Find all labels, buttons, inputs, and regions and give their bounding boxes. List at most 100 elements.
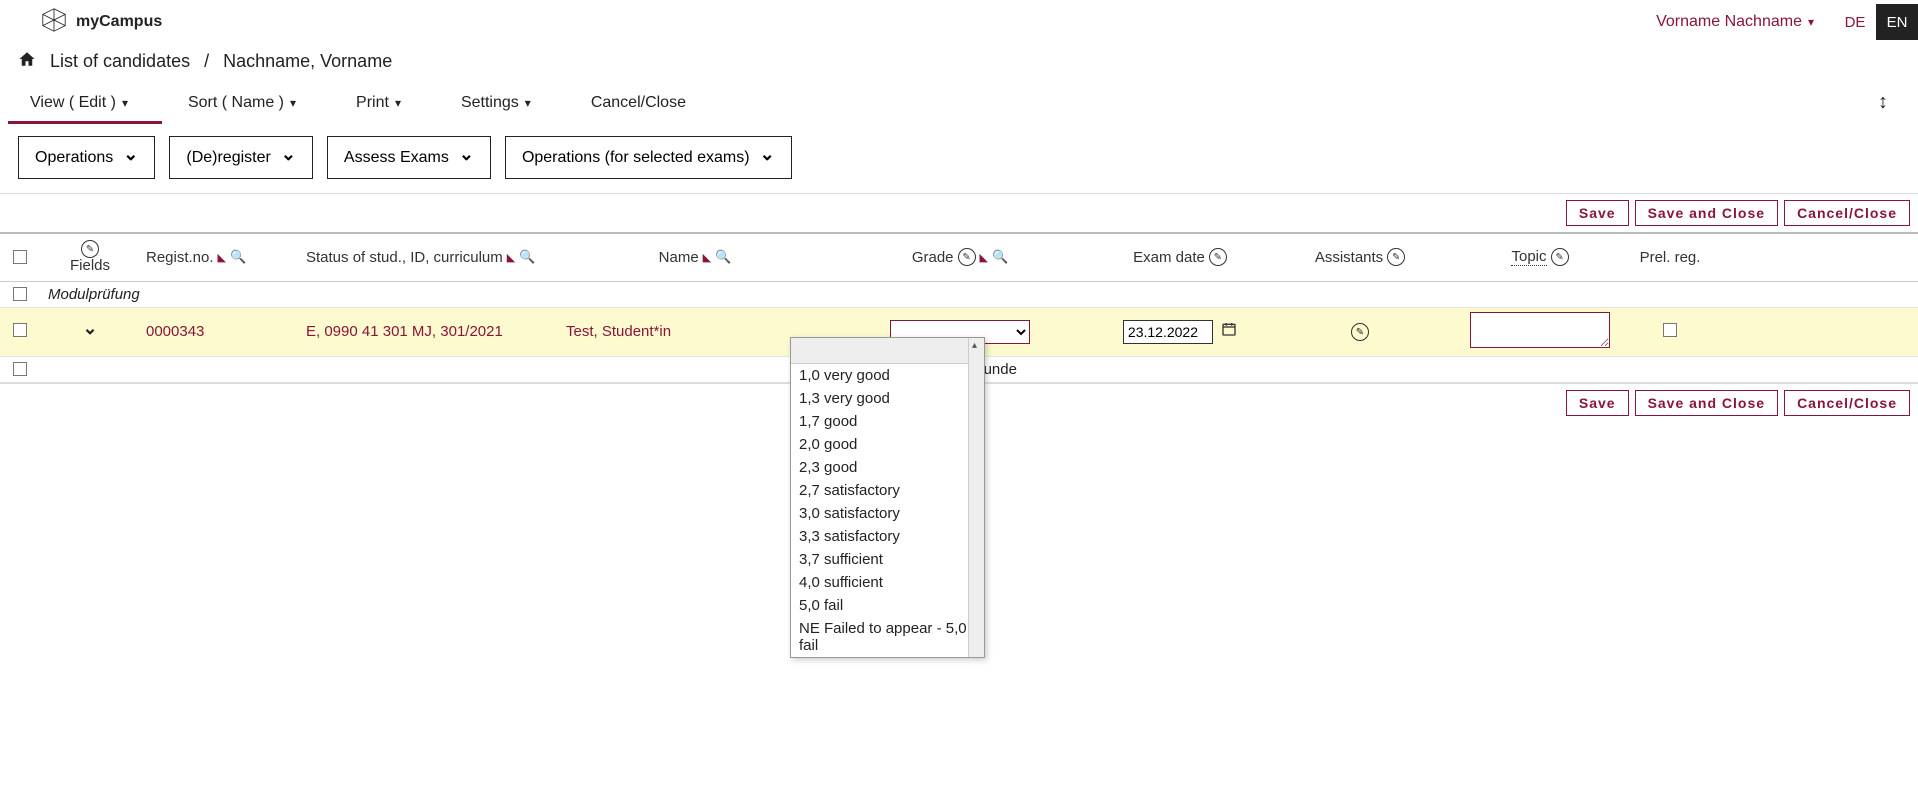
lang-en[interactable]: EN <box>1876 4 1918 40</box>
group-row: Modulprüfung <box>0 282 1918 308</box>
sort-icon: ◣ <box>980 251 988 264</box>
save-button[interactable]: Save <box>1566 200 1629 226</box>
name-link[interactable]: Test, Student*in <box>566 323 671 340</box>
scrollbar[interactable] <box>968 338 984 657</box>
edit-icon <box>958 248 976 266</box>
save-button[interactable]: Save <box>1566 390 1629 416</box>
breadcrumb-person: Nachname, Vorname <box>223 51 392 72</box>
cancel-close-button[interactable]: Cancel/Close <box>1784 390 1910 416</box>
cancel-close-button[interactable]: Cancel/Close <box>1784 200 1910 226</box>
menu-settings[interactable]: Settings <box>461 94 531 112</box>
grade-option[interactable]: 3,3 satisfactory <box>791 525 984 548</box>
status-link[interactable]: E, 0990 41 301 MJ, 301/2021 <box>306 323 503 340</box>
sort-icon: ◣ <box>218 251 226 264</box>
chevron-down-icon <box>395 94 401 112</box>
th-regist[interactable]: Regist.no. ◣ 🔍 <box>140 249 300 266</box>
operations-label: Operations <box>35 149 113 167</box>
menubar: View ( Edit ) Sort ( Name ) Print Settin… <box>0 83 1918 124</box>
grade-dropdown[interactable]: 1,0 very good1,3 very good1,7 good2,0 go… <box>790 337 985 658</box>
grade-option[interactable]: 4,0 sufficient <box>791 571 984 594</box>
grade-option[interactable]: 1,3 very good <box>791 387 984 410</box>
select-all-checkbox[interactable] <box>13 250 27 264</box>
ops-selected-button[interactable]: Operations (for selected exams) <box>505 136 792 179</box>
chevron-down-icon <box>122 94 128 112</box>
menu-print-label: Print <box>356 94 389 112</box>
save-close-button[interactable]: Save and Close <box>1635 200 1779 226</box>
chevron-down-icon <box>525 94 531 112</box>
sort-icon: ◣ <box>703 251 711 264</box>
home-icon[interactable] <box>18 50 36 73</box>
menu-cancel[interactable]: Cancel/Close <box>591 94 686 112</box>
calendar-icon[interactable] <box>1221 324 1237 341</box>
edit-icon <box>1209 248 1227 266</box>
th-name[interactable]: Name ◣ 🔍 <box>560 249 830 266</box>
th-topic-label: Topic <box>1511 248 1546 266</box>
grade-option[interactable]: 3,7 sufficient <box>791 548 984 571</box>
th-assistants-label: Assistants <box>1315 249 1383 266</box>
menu-print[interactable]: Print <box>356 94 401 112</box>
active-underline <box>8 121 162 124</box>
chevron-down-icon <box>1808 13 1814 31</box>
ops-selected-label: Operations (for selected exams) <box>522 149 750 167</box>
menu-cancel-label: Cancel/Close <box>591 94 686 112</box>
th-grade-label: Grade <box>912 249 954 266</box>
menu-view[interactable]: View ( Edit ) <box>30 94 128 112</box>
grade-option[interactable]: 1,0 very good <box>791 364 984 387</box>
th-fields-label: Fields <box>70 258 110 275</box>
user-name-label: Vorname Nachname <box>1656 13 1802 31</box>
breadcrumb-sep: / <box>204 51 209 72</box>
grade-option[interactable]: 2,3 good <box>791 456 984 479</box>
group-checkbox[interactable] <box>13 287 27 301</box>
th-assistants[interactable]: Assistants <box>1270 248 1450 266</box>
menu-view-label: View ( Edit ) <box>30 94 116 112</box>
assistants-edit-icon[interactable] <box>1351 323 1369 341</box>
menu-settings-label: Settings <box>461 94 519 112</box>
th-examdate[interactable]: Exam date <box>1090 248 1270 266</box>
top-right: Vorname Nachname DE EN <box>1636 4 1918 40</box>
breadcrumb-list[interactable]: List of candidates <box>50 51 190 72</box>
grade-option[interactable]: 3,0 satisfactory <box>791 502 984 525</box>
menu-sort[interactable]: Sort ( Name ) <box>188 94 296 112</box>
th-checkbox <box>0 250 40 264</box>
deregister-button[interactable]: (De)register <box>169 136 313 179</box>
edit-icon[interactable] <box>81 240 99 258</box>
group-label: Modulprüfung <box>40 286 1918 303</box>
footer-checkbox[interactable] <box>13 362 27 376</box>
action-buttons: Operations (De)register Assess Exams Ope… <box>0 124 1918 194</box>
chevron-down-icon <box>760 147 775 168</box>
search-icon: 🔍 <box>519 249 535 265</box>
chevron-down-icon <box>281 147 296 168</box>
topic-input[interactable] <box>1470 312 1610 348</box>
breadcrumb: List of candidates / Nachname, Vorname <box>0 44 1918 83</box>
table-header: Fields Regist.no. ◣ 🔍 Status of stud., I… <box>0 234 1918 282</box>
row-checkbox[interactable] <box>13 323 27 337</box>
expand-icon[interactable] <box>82 324 97 341</box>
th-grade[interactable]: Grade ◣ 🔍 <box>830 248 1090 266</box>
save-close-button[interactable]: Save and Close <box>1635 390 1779 416</box>
resize-icon[interactable]: ↕ <box>1878 91 1888 114</box>
assess-label: Assess Exams <box>344 149 449 167</box>
grade-option[interactable]: 2,0 good <box>791 433 984 456</box>
grade-option[interactable]: 5,0 fail <box>791 594 984 617</box>
grade-option[interactable]: 1,7 good <box>791 410 984 433</box>
th-status-label: Status of stud., ID, curriculum <box>306 249 503 266</box>
prel-checkbox[interactable] <box>1663 323 1677 337</box>
grade-option-blank[interactable] <box>791 338 984 364</box>
grade-option[interactable]: NE Failed to appear - 5,0 fail <box>791 617 984 657</box>
topbar: myCampus Vorname Nachname DE EN <box>0 0 1918 44</box>
assess-button[interactable]: Assess Exams <box>327 136 491 179</box>
lang-de[interactable]: DE <box>1834 4 1876 40</box>
grade-option[interactable]: 2,7 satisfactory <box>791 479 984 502</box>
th-topic[interactable]: Topic <box>1450 248 1630 266</box>
th-status[interactable]: Status of stud., ID, curriculum ◣ 🔍 <box>300 249 560 266</box>
regist-link[interactable]: 0000343 <box>146 323 204 340</box>
th-examdate-label: Exam date <box>1133 249 1205 266</box>
th-fields: Fields <box>40 240 140 275</box>
exam-date-input[interactable] <box>1123 320 1213 344</box>
search-icon: 🔍 <box>230 249 246 265</box>
sort-icon: ◣ <box>507 251 515 264</box>
chevron-down-icon <box>123 147 138 168</box>
user-menu[interactable]: Vorname Nachname <box>1636 4 1834 40</box>
edit-icon <box>1551 248 1569 266</box>
operations-button[interactable]: Operations <box>18 136 155 179</box>
